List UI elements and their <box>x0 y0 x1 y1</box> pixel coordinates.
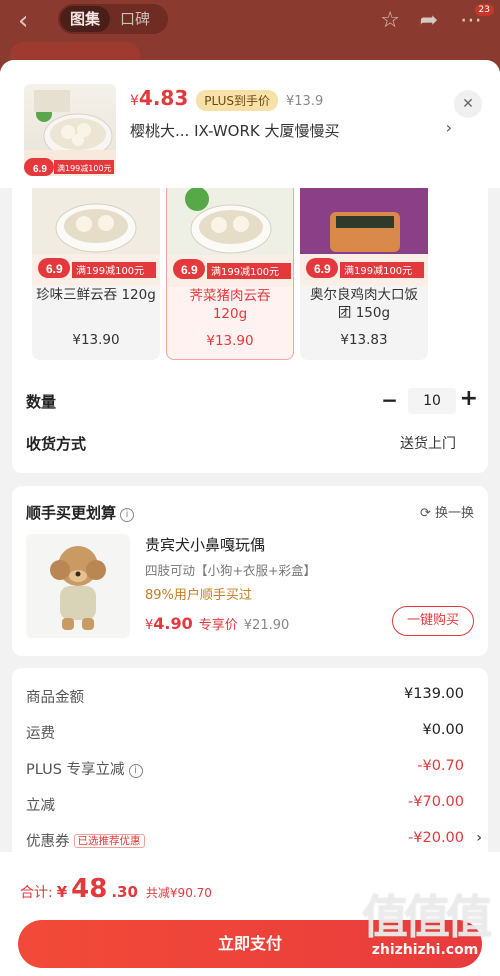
price-row: ¥4.83 PLUS到手价 ¥13.9 <box>130 86 323 111</box>
svg-text:满199减100元: 满199减100元 <box>211 266 279 278</box>
quantity-label: 数量 <box>26 393 57 411</box>
close-button[interactable]: ✕ <box>454 90 482 118</box>
variant-price: ¥13.83 <box>340 332 388 348</box>
shipping-row[interactable]: 收货方式 送货上门 <box>26 433 476 454</box>
site-watermark: 值值值 zhizhizhi.com <box>362 890 492 958</box>
addon-product-spec: 四肢可动【小狗+衣服+彩盒】 <box>145 563 316 578</box>
quantity-plus-button[interactable]: + <box>460 386 478 411</box>
svg-text:6.9: 6.9 <box>314 262 331 276</box>
quantity-row: 数量 − 10 + <box>26 386 478 416</box>
one-click-buy-button[interactable]: 一键购买 <box>392 606 474 636</box>
promo-price: 6.9 <box>33 164 47 175</box>
quantity-minus-button[interactable]: − <box>381 388 398 412</box>
variant-image: 6.9 满199减100元 <box>167 177 293 287</box>
addon-price-tag: 专享价 <box>198 618 238 633</box>
current-price: ¥4.83 <box>130 86 189 110</box>
variant-price: ¥13.90 <box>206 333 254 349</box>
svg-text:满199减100元: 满199减100元 <box>344 265 412 277</box>
svg-text:6.9: 6.9 <box>46 262 63 276</box>
svg-text:6.9: 6.9 <box>181 263 198 277</box>
share-icon[interactable]: ➦ <box>420 8 438 33</box>
variant-name: 荠菜猪肉云吞 120g <box>189 288 271 322</box>
product-summary: 6.9 满199减100元 ¥4.83 PLUS到手价 ¥13.9 樱桃大...… <box>0 60 500 188</box>
addon-price: ¥4.90 <box>145 614 193 633</box>
cart-count-badge: 23 <box>474 4 494 16</box>
checkout-bar: 合计: ¥ 48 .30 共减¥90.70 立即支付 值值值 zhizhizhi… <box>0 852 500 976</box>
variant-name: 珍味三鲜云吞 120g <box>36 287 156 303</box>
watermark-logo: 值值值 <box>362 890 492 944</box>
poodle-toy-image <box>26 534 130 638</box>
coupon-tag: 已选推荐优惠 <box>73 834 145 848</box>
chevron-right-icon[interactable]: › <box>476 830 482 846</box>
back-arrow-icon[interactable]: ‹ <box>18 6 28 36</box>
quantity-input[interactable]: 10 <box>408 388 456 414</box>
variant-option-selected[interactable]: 6.9 满199减100元 荠菜猪肉云吞 120g ¥13.90 <box>166 176 294 360</box>
addon-price-row: ¥4.90 专享价 ¥21.90 <box>145 614 289 633</box>
total-price: 合计: ¥ 48 .30 共减¥90.70 <box>20 874 212 904</box>
total-saved: 共减¥90.70 <box>145 886 212 900</box>
watermark-url: zhizhizhi.com <box>371 942 479 958</box>
chevron-right-icon[interactable]: › <box>446 118 452 137</box>
info-icon[interactable]: i <box>128 764 143 778</box>
swap-button[interactable]: ⟳ 换一换 <box>420 502 474 521</box>
shipping-value: 送货上门 <box>400 436 456 452</box>
fee-row-plus-discount: PLUS 专享立减 i -¥0.70 <box>26 758 464 778</box>
checkout-sheet: 6.9 满199减100元 ¥4.83 PLUS到手价 ¥13.9 樱桃大...… <box>0 60 500 976</box>
variant-image: 6.9 满199减100元 <box>32 176 160 286</box>
shipping-label: 收货方式 <box>26 435 87 453</box>
fee-row-subtotal: 商品金额 ¥139.00 <box>26 686 464 706</box>
addon-original-price: ¥21.90 <box>243 618 290 633</box>
info-icon[interactable]: i <box>120 508 135 522</box>
addon-buy-rate: 89%用户顺手买过 <box>145 588 252 603</box>
addon-card: 顺手买更划算 i ⟳ 换一换 贵宾犬小鼻嘎玩偶 四肢可动【小狗+衣服+彩盒】 89… <box>12 486 488 656</box>
addon-product-name[interactable]: 贵宾犬小鼻嘎玩偶 <box>145 534 265 555</box>
product-thumbnail: 6.9 满199减100元 <box>24 84 116 176</box>
original-price: ¥13.9 <box>286 94 324 109</box>
variant-name: 奥尔良鸡肉大口饭团 150g <box>310 287 418 321</box>
price-breakdown: 商品金额 ¥139.00 运费 ¥0.00 PLUS 专享立减 i -¥0.70 立减 -… <box>12 668 488 868</box>
fee-row-shipping: 运费 ¥0.00 <box>26 722 464 742</box>
addon-product-image[interactable] <box>26 534 130 638</box>
svg-text:满199减100元: 满199减100元 <box>76 265 144 277</box>
tab-gallery[interactable]: 图集 <box>60 6 111 32</box>
fee-row-discount: 立减 -¥70.00 <box>26 794 464 814</box>
gallery-tabs: 图集 口碑 <box>58 4 168 34</box>
refresh-icon: ⟳ <box>419 506 431 521</box>
variant-list: 6.9 满199减100元 珍味三鲜云吞 120g ¥13.90 6.9 满19… <box>32 176 428 360</box>
addon-title: 顺手买更划算 i <box>26 502 135 523</box>
fee-row-coupon[interactable]: 优惠券 已选推荐优惠 -¥20.00 › <box>26 830 482 850</box>
promo-text: 满199减100元 <box>57 163 112 173</box>
star-icon[interactable]: ☆ <box>380 8 400 33</box>
variant-option[interactable]: 6.9 满199减100元 珍味三鲜云吞 120g ¥13.90 <box>32 176 160 360</box>
wonton-image: 6.9 满199减100元 <box>24 90 116 176</box>
delivery-address[interactable]: 樱桃大... IX-WORK 大厦慢慢买 <box>130 120 340 141</box>
variant-image: 6.9 满199减100元 <box>300 176 428 286</box>
variant-option[interactable]: 6.9 满199减100元 奥尔良鸡肉大口饭团 150g ¥13.83 <box>300 176 428 360</box>
plus-price-tag: PLUS到手价 <box>196 90 279 111</box>
tab-reviews[interactable]: 口碑 <box>110 6 160 32</box>
variant-price: ¥13.90 <box>72 332 120 348</box>
options-card: 6.9 满199减100元 珍味三鲜云吞 120g ¥13.90 6.9 满19… <box>12 176 488 473</box>
